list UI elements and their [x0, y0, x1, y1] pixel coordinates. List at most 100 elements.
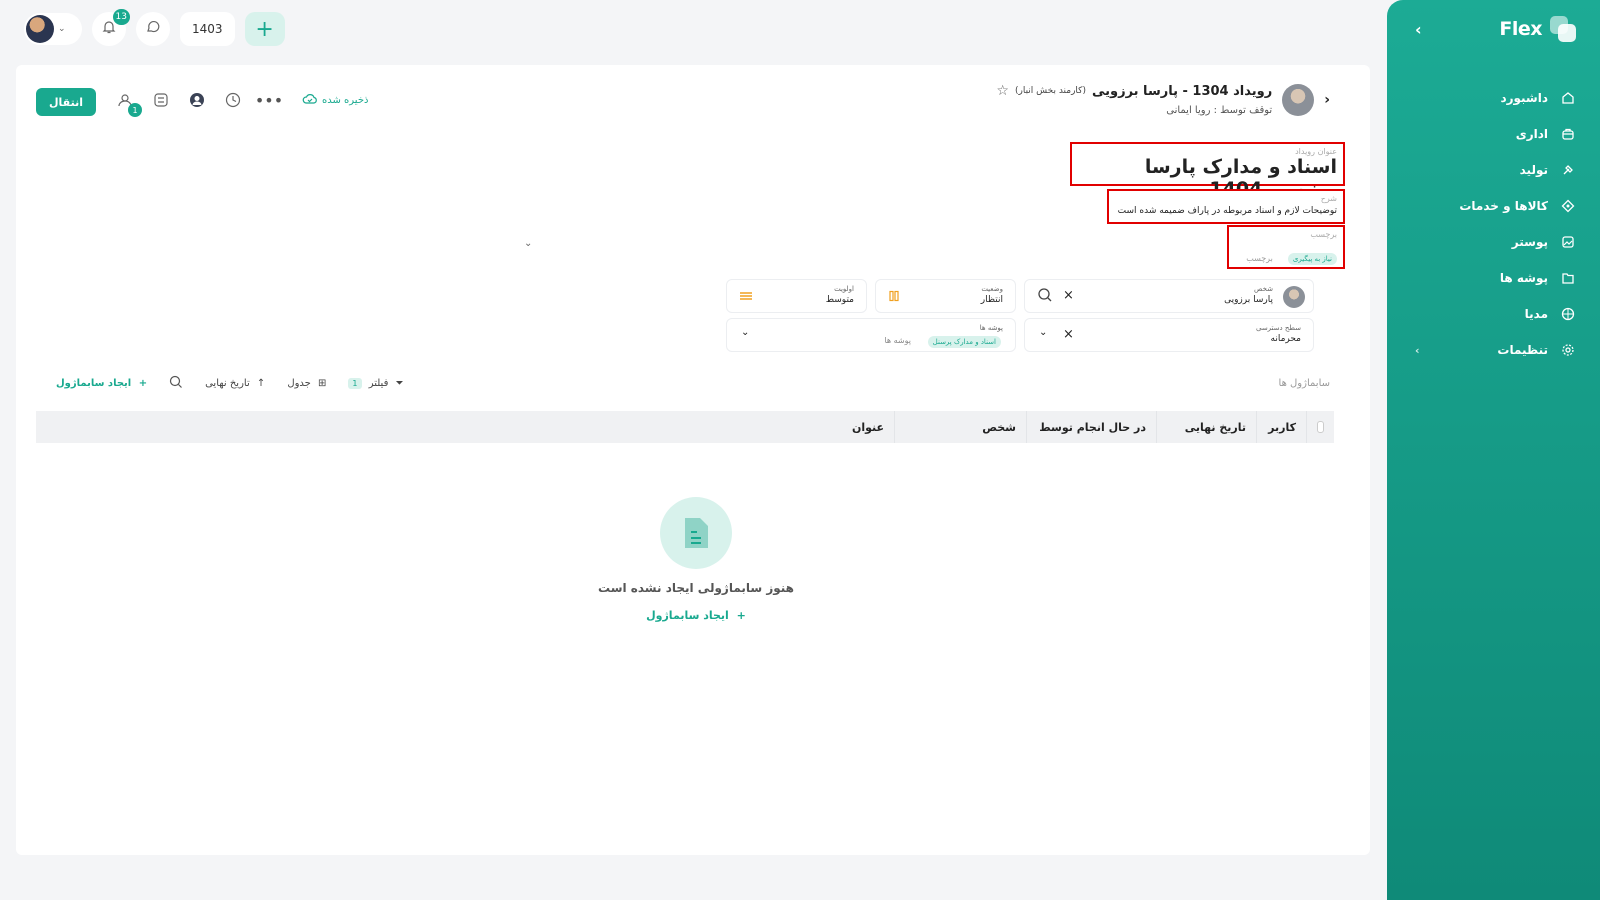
folders-field[interactable]: پوشه ها اسناد و مدارک پرسنل پوشه ها ⌄: [726, 318, 1016, 352]
sidebar-item-label: کالاها و خدمات: [1459, 199, 1548, 213]
select-all-checkbox[interactable]: [1306, 411, 1334, 443]
column-header[interactable]: عنوان: [754, 411, 894, 443]
watchers-badge: 1: [128, 103, 142, 117]
search-icon[interactable]: [1037, 287, 1053, 306]
filter-count: 1: [348, 377, 362, 389]
sidebar-item-goods-services[interactable]: کالاها و خدمات: [1387, 188, 1600, 224]
chevron-down-icon[interactable]: ⌄: [1039, 327, 1047, 338]
tags-label: برچسب: [1310, 230, 1337, 239]
column-header[interactable]: کاربر: [1256, 411, 1306, 443]
brand: Flex: [1499, 16, 1576, 42]
arrow-up-icon: ↑: [256, 377, 266, 389]
folders-chip[interactable]: اسناد و مدارک پرسنل: [927, 336, 1001, 348]
pause-icon: [888, 290, 900, 305]
filter-icon: ⏷: [395, 377, 404, 389]
checklist-icon[interactable]: [150, 89, 172, 111]
sidebar: ‹ Flex داشبورد اداری تولید کالاها و خدما…: [1387, 0, 1600, 900]
folders-label: پوشه ها: [979, 324, 1003, 332]
sidebar-item-label: تنظیمات: [1497, 343, 1548, 357]
subprocess-table-header: کاربر تاریخ نهایی در حال انجام توسط شخص …: [36, 411, 1334, 443]
tag-chip[interactable]: نیاز به پیگیری: [1287, 253, 1337, 265]
tag-placeholder[interactable]: برچسب: [1246, 254, 1273, 263]
more-icon[interactable]: •••: [255, 89, 283, 111]
status-label: وضعیت: [981, 285, 1003, 293]
sidebar-nav: داشبورد اداری تولید کالاها و خدمات پوستر…: [1387, 80, 1600, 368]
table-view-button[interactable]: جدول ⊞: [287, 378, 326, 389]
create-subprocess-label: ایجاد سابماژول: [56, 377, 132, 389]
description-label: شرح: [1320, 194, 1337, 203]
star-icon[interactable]: ☆: [996, 83, 1009, 99]
event-stopped-by: توقف توسط : رویا ایمانی: [1166, 105, 1273, 116]
person-label: شخص: [1254, 285, 1273, 293]
folder-icon: [1560, 270, 1576, 286]
description-value: توضیحات لازم و اسناد مربوطه در پاراف ضمی…: [1117, 206, 1337, 216]
access-level-label: سطح دسترسی: [1255, 324, 1301, 332]
sidebar-item-production[interactable]: تولید: [1387, 152, 1600, 188]
create-subprocess-button[interactable]: ایجاد سابماژول +: [56, 378, 147, 389]
add-button[interactable]: +: [244, 12, 285, 46]
year-selector[interactable]: 1403: [180, 12, 235, 46]
briefcase-icon: [1560, 126, 1576, 142]
brand-name: Flex: [1499, 18, 1542, 40]
priority-field[interactable]: اولویت متوسط: [726, 279, 867, 313]
transfer-button[interactable]: انتقال: [36, 88, 96, 116]
sidebar-item-folders[interactable]: پوشه ها: [1387, 260, 1600, 296]
status-value: انتظار: [980, 295, 1003, 305]
chevron-right-icon[interactable]: ›: [1324, 92, 1330, 108]
priority-medium-icon: [739, 290, 753, 305]
event-tags-field[interactable]: برچسب نیاز به پیگیری برچسب: [1227, 225, 1345, 269]
chevron-down-icon[interactable]: ⌄: [524, 238, 532, 249]
subprocess-section-label: سابماژول ها: [1278, 377, 1330, 389]
event-heading: رویداد 1304 - پارسا برزویی (کارمند بخش ا…: [996, 83, 1272, 116]
search-icon[interactable]: [169, 375, 183, 392]
column-header[interactable]: تاریخ نهایی: [1156, 411, 1256, 443]
sidebar-item-settings[interactable]: ‹ تنظیمات: [1387, 332, 1600, 368]
access-level-field[interactable]: سطح دسترسی محرمانه × ⌄: [1024, 318, 1314, 352]
person-field[interactable]: شخص پارسا برزویی ×: [1024, 279, 1314, 313]
sort-button[interactable]: تاریخ نهایی ↑: [205, 378, 265, 389]
box-icon: [1560, 198, 1576, 214]
chevron-down-icon[interactable]: ⌄: [741, 327, 749, 338]
event-description-field[interactable]: شرح توضیحات لازم و اسناد مربوطه در پاراف…: [1107, 189, 1345, 224]
saved-status: ذخیره شده: [302, 92, 368, 109]
plus-icon: +: [138, 377, 148, 389]
chevron-left-icon: ‹: [1415, 343, 1420, 357]
folders-placeholder[interactable]: پوشه ها: [884, 336, 911, 345]
home-icon: [1560, 90, 1576, 106]
avatar: [26, 15, 54, 43]
chat-button[interactable]: [136, 12, 170, 46]
notifications-button[interactable]: 13: [92, 9, 130, 46]
media-icon: [1560, 306, 1576, 322]
empty-create-subprocess-button[interactable]: ایجاد سابماژول +: [576, 609, 816, 622]
event-card: انتقال 1 ••• ذخیره شده رویداد 1304 - پار…: [16, 65, 1370, 855]
plus-icon: +: [255, 16, 274, 42]
close-icon[interactable]: ×: [1063, 327, 1074, 342]
sidebar-item-label: داشبورد: [1500, 91, 1548, 105]
column-header[interactable]: شخص: [894, 411, 1026, 443]
sidebar-collapse-icon[interactable]: ‹: [1415, 20, 1422, 39]
document-icon: [660, 497, 732, 569]
sidebar-item-poster[interactable]: پوستر: [1387, 224, 1600, 260]
table-view-label: جدول: [287, 377, 311, 389]
status-field[interactable]: وضعیت انتظار: [875, 279, 1016, 313]
person-value: پارسا برزویی: [1224, 295, 1273, 305]
saved-label: ذخیره شده: [322, 94, 369, 106]
gear-icon: [1560, 342, 1576, 358]
sidebar-item-label: مدیا: [1524, 307, 1548, 321]
clock-icon[interactable]: [222, 89, 244, 111]
image-icon: [1560, 234, 1576, 250]
column-header[interactable]: در حال انجام توسط: [1026, 411, 1156, 443]
close-icon[interactable]: ×: [1063, 288, 1074, 303]
filter-label: فیلتر: [368, 377, 389, 389]
sidebar-item-media[interactable]: مدیا: [1387, 296, 1600, 332]
sidebar-item-administrative[interactable]: اداری: [1387, 116, 1600, 152]
filter-button[interactable]: 1 فیلتر ⏷: [348, 377, 404, 389]
user-menu[interactable]: ⌄: [24, 13, 82, 45]
sidebar-header: ‹ Flex: [1387, 0, 1600, 58]
subprocess-actions: ایجاد سابماژول + تاریخ نهایی ↑ جدول ⊞ 1 …: [56, 375, 404, 392]
watchers-icon[interactable]: 1: [114, 89, 142, 117]
event-name-field[interactable]: عنوان رویداد اسناد و مدارک پارسا برزویی …: [1070, 142, 1345, 200]
sidebar-item-dashboard[interactable]: داشبورد: [1387, 80, 1600, 116]
user-icon[interactable]: [186, 89, 208, 111]
grid-icon: ⊞: [318, 377, 327, 389]
